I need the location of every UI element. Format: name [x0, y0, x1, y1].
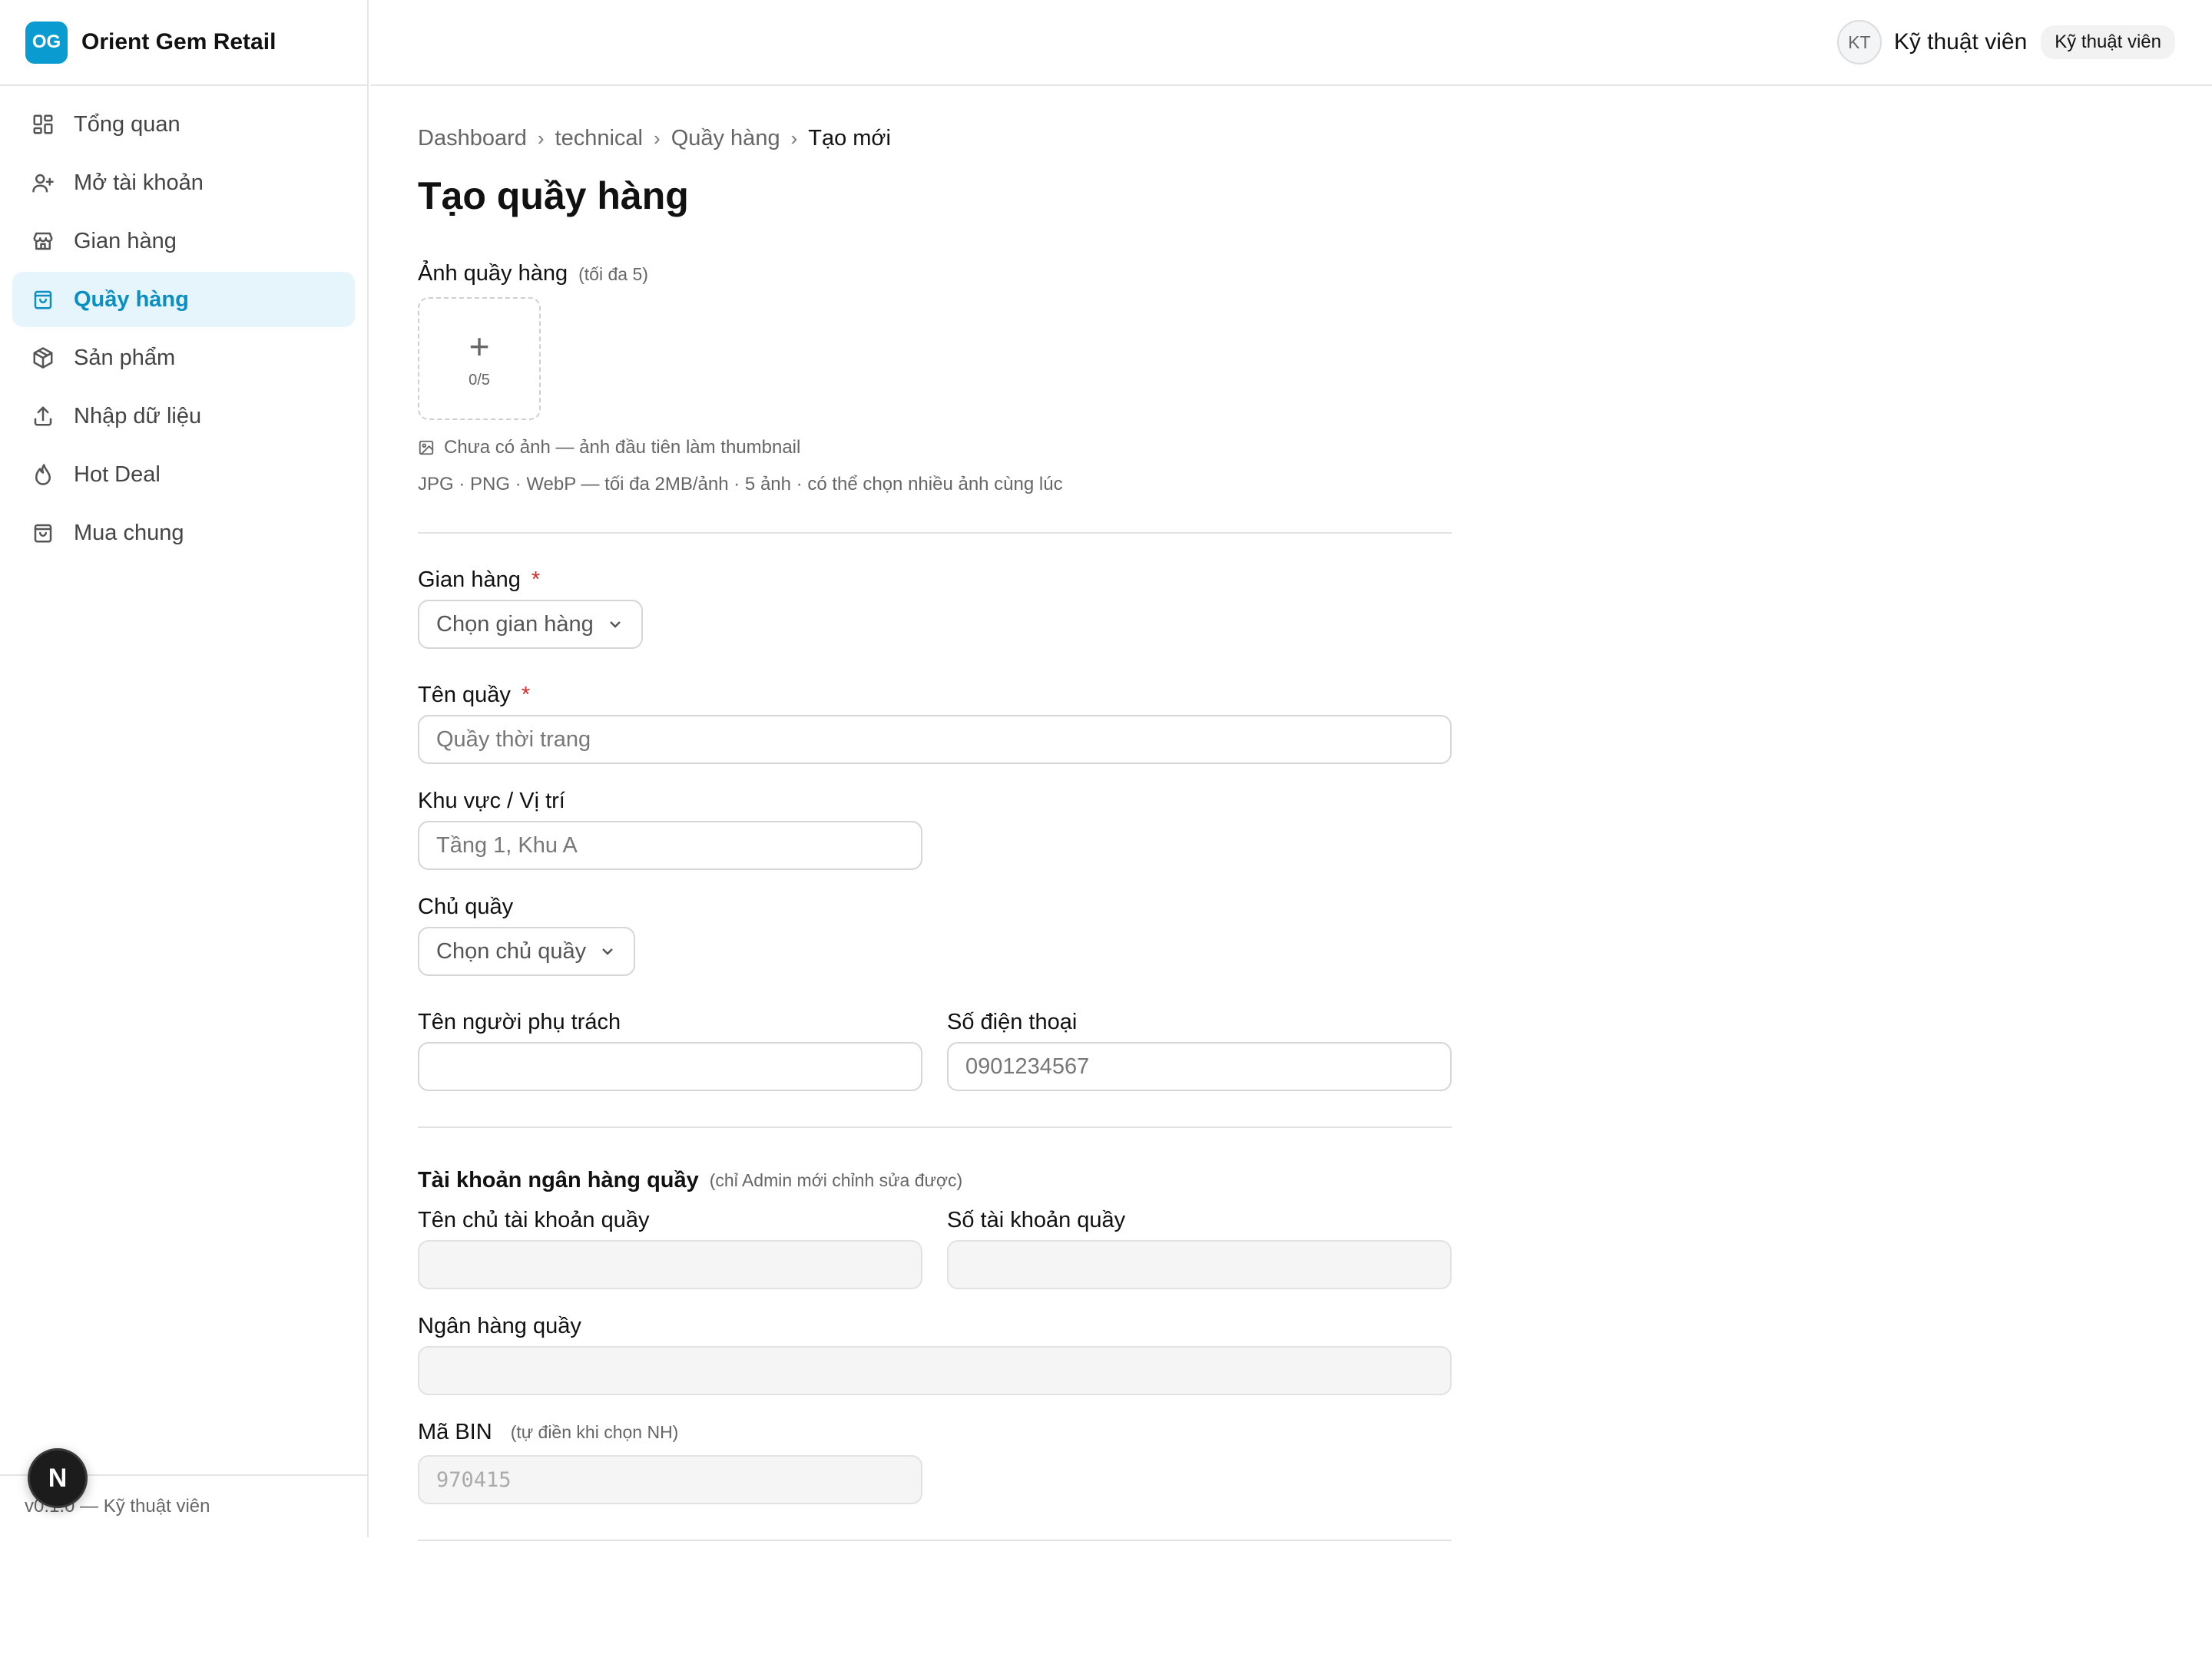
bank-section-title: Tài khoản ngân hàng quầy — [418, 1167, 699, 1193]
holder-label: Tên chủ tài khoản quầy — [418, 1207, 650, 1232]
store-label-text: Gian hàng — [418, 567, 521, 592]
counter-name-input[interactable]: Quầy thời trang — [418, 715, 1452, 764]
contact-row: Tên người phụ trách Số điện thoại 090123… — [418, 1007, 1452, 1091]
breadcrumb-technical[interactable]: technical — [555, 126, 643, 151]
flame-icon — [31, 462, 55, 487]
chevron-right-icon: › — [654, 126, 661, 150]
bin-input: 970415 — [418, 1455, 922, 1504]
chevron-down-icon — [602, 948, 613, 955]
avatar[interactable]: KT — [1836, 20, 1882, 65]
chevron-down-icon — [609, 621, 621, 628]
divider — [418, 532, 1452, 534]
bin-label-text: Mã BIN — [418, 1419, 492, 1444]
sidebar-item-nhap-du-lieu[interactable]: Nhập dữ liệu — [12, 389, 355, 444]
bank-name-label: Ngân hàng quầy — [418, 1313, 581, 1338]
phone-input[interactable]: 0901234567 — [947, 1042, 1452, 1091]
image-upload-title: Ảnh quầy hàng — [418, 261, 568, 286]
breadcrumb-dashboard[interactable]: Dashboard — [418, 126, 527, 151]
store-icon — [31, 229, 55, 253]
sidebar-item-label: Mở tài khoản — [74, 170, 204, 195]
image-count: 0/5 — [469, 371, 490, 389]
store-select[interactable]: Chọn gian hàng — [418, 600, 643, 649]
bank-section-header: Tài khoản ngân hàng quầy (chỉ Admin mới … — [418, 1165, 1452, 1196]
bank-section-hint: (chỉ Admin mới chỉnh sửa được) — [709, 1169, 963, 1190]
breadcrumb-quay-hang[interactable]: Quầy hàng — [671, 126, 780, 151]
bin-label: Mã BIN (tự điền khi chọn NH) — [418, 1417, 1452, 1447]
upload-note-text: Chưa có ảnh — ảnh đầu tiên làm thumbnail — [444, 437, 801, 458]
holder-input — [418, 1240, 922, 1289]
manager-field: Tên người phụ trách — [418, 1007, 922, 1091]
page-title: Tạo quầy hàng — [418, 174, 689, 217]
account-field: Số tài khoản quầy — [947, 1205, 1452, 1289]
account-input — [947, 1240, 1452, 1289]
sidebar-item-tong-quan[interactable]: Tổng quan — [12, 97, 355, 152]
sidebar-item-label: Hot Deal — [74, 461, 161, 487]
area-input[interactable]: Tầng 1, Khu A — [418, 821, 922, 870]
user-plus-icon — [31, 170, 55, 195]
topbar: KT Kỹ thuật viên Kỹ thuật viên — [370, 0, 2212, 86]
brand-name: Orient Gem Retail — [81, 29, 276, 55]
bin-hint: (tự điền khi chọn NH) — [510, 1421, 679, 1442]
divider — [418, 1540, 1452, 1541]
role-badge: Kỹ thuật viên — [2041, 25, 2175, 59]
holder-field: Tên chủ tài khoản quầy — [418, 1205, 922, 1289]
counter-name-label: Tên quầy * — [418, 680, 1452, 710]
sidebar-item-label: Nhập dữ liệu — [74, 403, 202, 428]
image-upload-label: Ảnh quầy hàng (tối đa 5) — [418, 261, 1452, 286]
phone-label: Số điện thoại — [947, 1009, 1078, 1034]
account-label: Số tài khoản quầy — [947, 1207, 1126, 1232]
sidebar-item-label: Gian hàng — [74, 228, 177, 253]
owner-select[interactable]: Chọn chủ quầy — [418, 927, 636, 976]
chevron-right-icon: › — [537, 126, 545, 150]
upload-note: Chưa có ảnh — ảnh đầu tiên làm thumbnail — [418, 437, 1452, 458]
user-name: Kỹ thuật viên — [1893, 29, 2028, 55]
package-icon — [31, 346, 55, 370]
store-label: Gian hàng * — [418, 564, 1452, 595]
sidebar-item-label: Quầy hàng — [74, 286, 189, 312]
required-mark: * — [521, 682, 531, 707]
shopping-bag-icon — [31, 287, 55, 312]
sidebar-item-quay-hang[interactable]: Quầy hàng — [12, 272, 355, 327]
dev-tools-badge[interactable]: N — [28, 1448, 88, 1508]
manager-label: Tên người phụ trách — [418, 1009, 621, 1034]
sidebar-item-san-pham[interactable]: Sản phẩm — [12, 330, 355, 385]
manager-input[interactable] — [418, 1042, 922, 1091]
divider — [418, 1126, 1452, 1128]
sidebar: OG Orient Gem Retail Tổng quan Mở tài kh… — [0, 0, 369, 1537]
brand-logo: OG — [25, 21, 68, 64]
brand[interactable]: OG Orient Gem Retail — [0, 0, 367, 86]
plus-icon: + — [469, 326, 490, 366]
owner-select-value: Chọn chủ quầy — [436, 938, 587, 964]
store-select-value: Chọn gian hàng — [436, 611, 594, 637]
counter-name-label-text: Tên quầy — [418, 682, 511, 707]
chevron-right-icon: › — [790, 126, 798, 150]
sidebar-nav: Tổng quan Mở tài khoản Gian hàng Quầy hà… — [0, 86, 367, 574]
sidebar-item-label: Mua chung — [74, 520, 184, 545]
breadcrumb: Dashboard › technical › Quầy hàng › Tạo … — [418, 115, 1452, 161]
sidebar-item-label: Sản phẩm — [74, 345, 176, 370]
image-upload-hint: (tối đa 5) — [578, 264, 648, 284]
main-content: Dashboard › technical › Quầy hàng › Tạo … — [418, 115, 1452, 1541]
image-icon — [419, 440, 434, 455]
image-upload-button[interactable]: + 0/5 — [418, 297, 541, 420]
bank-name-input — [418, 1346, 1452, 1395]
upload-icon — [31, 404, 55, 428]
upload-formats: JPG · PNG · WebP — tối đa 2MB/ảnh · 5 ản… — [418, 474, 1063, 495]
owner-label: Chủ quầy — [418, 894, 514, 919]
sidebar-item-label: Tổng quan — [74, 111, 180, 137]
phone-field: Số điện thoại 0901234567 — [947, 1007, 1452, 1091]
sidebar-item-gian-hang[interactable]: Gian hàng — [12, 213, 355, 269]
area-label: Khu vực / Vị trí — [418, 788, 565, 813]
sidebar-item-hot-deal[interactable]: Hot Deal — [12, 447, 355, 502]
dashboard-icon — [31, 112, 55, 137]
required-mark: * — [531, 567, 541, 592]
sidebar-item-mua-chung[interactable]: Mua chung — [12, 505, 355, 561]
bank-row: Tên chủ tài khoản quầy Số tài khoản quầy — [418, 1205, 1452, 1289]
shopping-bag-icon — [31, 521, 55, 545]
sidebar-item-mo-tai-khoan[interactable]: Mở tài khoản — [12, 155, 355, 210]
breadcrumb-current: Tạo mới — [808, 125, 891, 151]
